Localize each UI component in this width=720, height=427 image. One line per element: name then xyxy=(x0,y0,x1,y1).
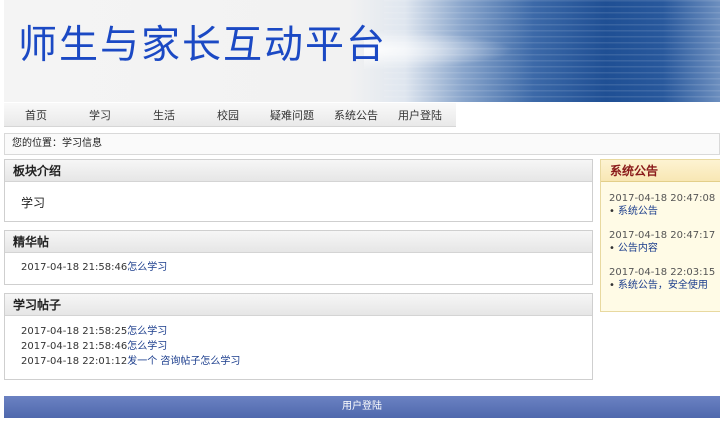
featured-panel-title: 精华帖 xyxy=(5,231,592,253)
intro-panel-title: 板块介绍 xyxy=(5,160,592,182)
announcement-item: 2017-04-18 22:03:15 • 系统公告，安全使用 xyxy=(601,266,720,293)
bullet-icon: • xyxy=(609,243,615,254)
post-link[interactable]: 怎么学习 xyxy=(127,341,167,352)
announcement-link-row: • 公告内容 xyxy=(609,242,720,256)
announcement-link[interactable]: 系统公告，安全使用 xyxy=(618,280,708,291)
bullet-icon: • xyxy=(609,280,615,291)
nav-item-life[interactable]: 生活 xyxy=(132,107,196,123)
announcement-item: 2017-04-18 20:47:17 • 公告内容 xyxy=(601,229,720,256)
list-item: 2017-04-18 22:01:12发一个 咨询帖子怎么学习 xyxy=(21,354,592,369)
list-item: 2017-04-18 21:58:46怎么学习 xyxy=(21,260,592,275)
announcement-time: 2017-04-18 20:47:08 xyxy=(609,193,716,204)
posts-panel-title: 学习帖子 xyxy=(5,294,592,316)
nav-item-home[interactable]: 首页 xyxy=(4,107,68,123)
breadcrumb: 您的位置：学习信息 xyxy=(4,133,720,155)
intro-panel-content: 学习 xyxy=(21,196,46,210)
bullet-icon: • xyxy=(609,206,615,217)
site-title: 师生与家长互动平台 xyxy=(18,23,388,68)
nav-item-campus[interactable]: 校园 xyxy=(196,107,260,123)
announcement-box: 系统公告 2017-04-18 20:47:08 • 系统公告 2017-04-1… xyxy=(600,159,720,312)
announcement-link[interactable]: 公告内容 xyxy=(618,243,658,254)
post-link[interactable]: 怎么学习 xyxy=(127,262,167,273)
announcement-time: 2017-04-18 20:47:17 xyxy=(609,230,716,241)
announcement-link-row: • 系统公告 xyxy=(609,205,720,219)
main-nav: 首页 学习 生活 校园 疑难问题 系统公告 用户登陆 xyxy=(4,103,456,127)
list-item: 2017-04-18 21:58:46怎么学习 xyxy=(21,339,592,354)
nav-item-questions[interactable]: 疑难问题 xyxy=(260,107,324,123)
post-time: 2017-04-18 21:58:46 xyxy=(21,262,128,273)
announcement-link-row: • 系统公告，安全使用 xyxy=(609,279,720,293)
post-time: 2017-04-18 21:58:46 xyxy=(21,341,128,352)
post-link[interactable]: 怎么学习 xyxy=(127,326,167,337)
post-link[interactable]: 发一个 咨询帖子怎么学习 xyxy=(127,356,240,367)
announcement-title: 系统公告 xyxy=(601,160,720,182)
footer-login-link[interactable]: 用户登陆 xyxy=(4,396,720,418)
nav-item-login[interactable]: 用户登陆 xyxy=(388,107,452,123)
intro-panel: 板块介绍 学习 xyxy=(4,159,593,222)
list-item: 2017-04-18 21:58:25怎么学习 xyxy=(21,324,592,339)
posts-panel: 学习帖子 2017-04-18 21:58:25怎么学习 2017-04-18 … xyxy=(4,293,593,380)
post-time: 2017-04-18 21:58:25 xyxy=(21,326,128,337)
announcement-time: 2017-04-18 22:03:15 xyxy=(609,267,716,278)
nav-item-announcements[interactable]: 系统公告 xyxy=(324,107,388,123)
announcement-link[interactable]: 系统公告 xyxy=(618,206,658,217)
nav-item-study[interactable]: 学习 xyxy=(68,107,132,123)
post-time: 2017-04-18 22:01:12 xyxy=(21,356,128,367)
announcement-item: 2017-04-18 20:47:08 • 系统公告 xyxy=(601,192,720,219)
featured-panel: 精华帖 2017-04-18 21:58:46怎么学习 xyxy=(4,230,593,285)
banner-decoration xyxy=(384,0,720,102)
header-banner: 师生与家长互动平台 xyxy=(4,0,720,102)
